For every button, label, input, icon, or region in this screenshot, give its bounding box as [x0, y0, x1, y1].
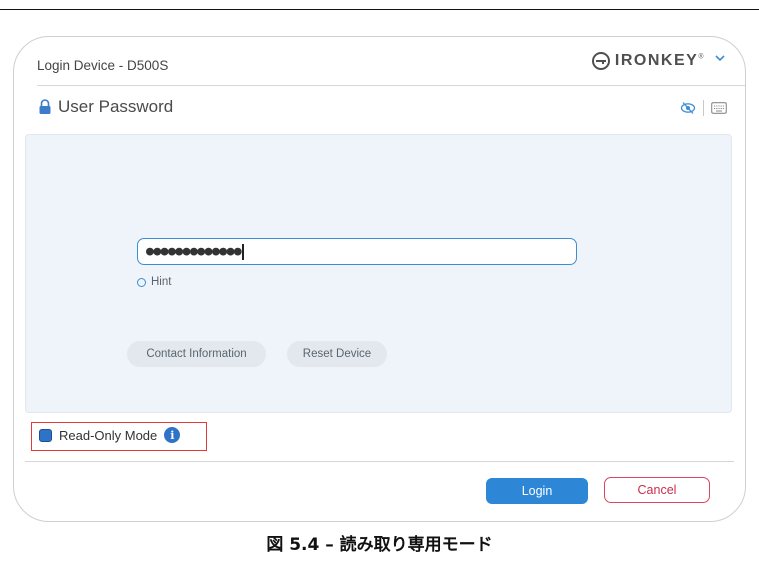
title-divider — [37, 85, 745, 86]
chevron-down-icon[interactable] — [713, 51, 727, 65]
contact-information-button[interactable]: Contact Information — [127, 341, 266, 367]
password-field[interactable]: ●●●●●●●●●●●●● — [137, 238, 577, 265]
text-caret — [242, 243, 244, 260]
login-window: Login Device - D500S IRONKEY® User Passw… — [13, 36, 746, 522]
read-only-mode-option[interactable]: Read-Only Mode i — [39, 427, 181, 443]
hint-radio-icon[interactable] — [137, 277, 146, 287]
brand-name: IRONKEY® — [614, 52, 705, 69]
cancel-button[interactable]: Cancel — [604, 477, 710, 503]
hint-label: Hint — [151, 276, 172, 288]
top-rule — [0, 9, 759, 10]
ironkey-logo-icon — [591, 52, 610, 70]
title-bar: Login Device - D500S IRONKEY® — [14, 37, 745, 85]
section-title: User Password — [58, 97, 174, 116]
password-value: ●●●●●●●●●●●●● — [146, 244, 242, 259]
lock-icon — [39, 99, 51, 114]
icon-divider — [703, 100, 704, 116]
eye-slash-icon[interactable] — [680, 101, 696, 115]
read-only-label: Read-Only Mode — [59, 427, 158, 443]
window-title: Login Device - D500S — [37, 58, 169, 73]
footer-divider — [25, 461, 734, 462]
figure-caption: 図 5.4 – 読み取り専用モード — [266, 535, 493, 555]
view-toggle-group — [680, 100, 727, 116]
login-button[interactable]: Login — [486, 478, 588, 504]
reset-device-button[interactable]: Reset Device — [287, 341, 387, 367]
info-icon[interactable]: i — [164, 427, 181, 443]
hint-option[interactable]: Hint — [137, 276, 171, 288]
ironkey-logo: IRONKEY® — [591, 51, 705, 71]
keyboard-icon[interactable] — [711, 102, 727, 114]
section-header: User Password — [38, 97, 173, 117]
login-panel — [25, 134, 732, 413]
read-only-checkbox[interactable] — [39, 428, 52, 442]
